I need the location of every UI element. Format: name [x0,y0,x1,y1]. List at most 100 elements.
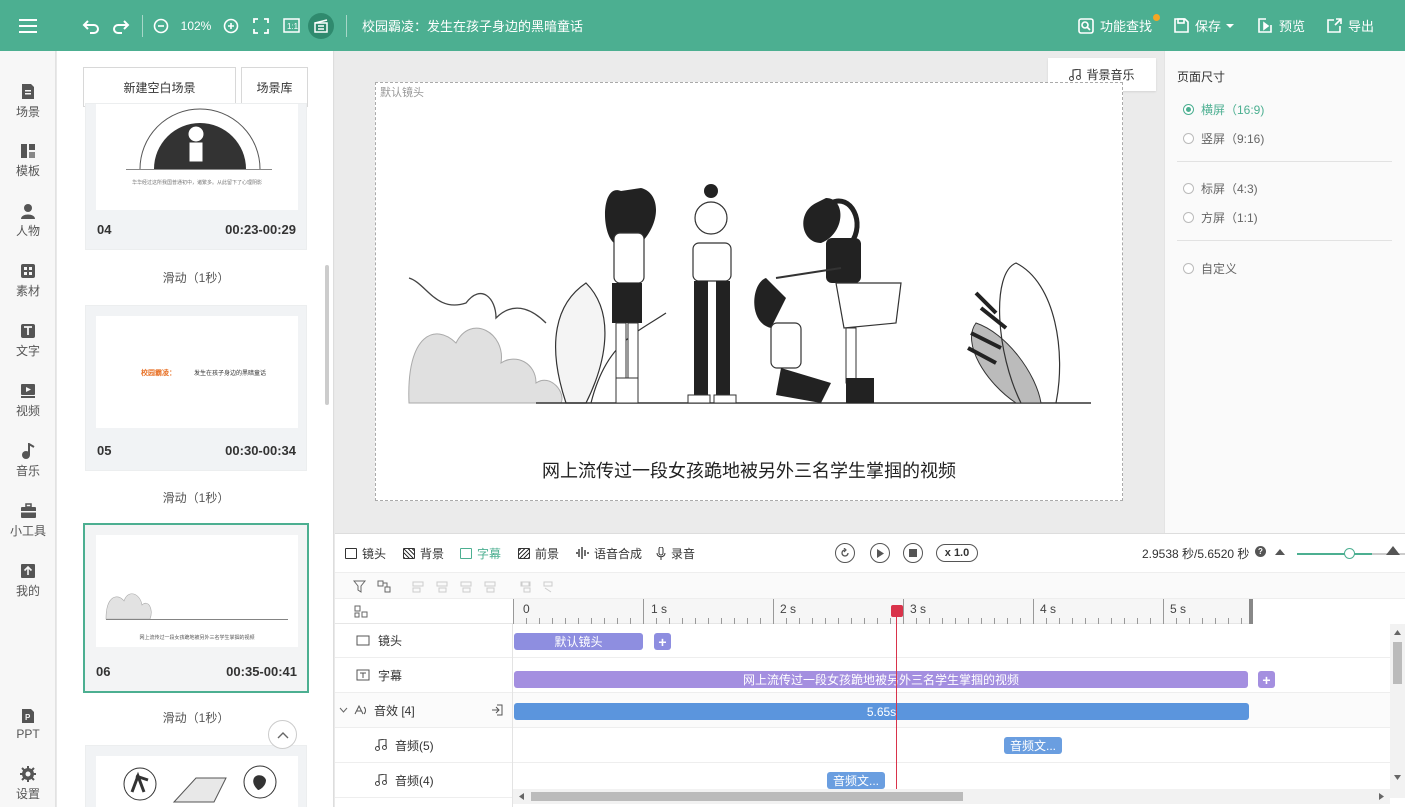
save-button[interactable]: 保存 [1174,0,1238,51]
row-camera[interactable]: 镜头 [335,624,513,658]
zoom-out-icon[interactable] [151,0,171,51]
zoom-slider-track[interactable] [1297,553,1372,555]
row-label: 音频(4) [395,773,434,788]
scroll-up-icon[interactable] [1394,630,1401,635]
scene-panel-scrollbar[interactable] [325,265,329,405]
zoom-in-icon[interactable] [221,0,241,51]
scene-time: 00:23-00:29 [225,222,296,237]
nav-toolbox[interactable]: 小工具 [0,496,56,546]
project-title[interactable]: 校园霸凌：发生在孩子身边的黑暗童话 [362,0,622,51]
redo-icon[interactable] [110,0,132,51]
vertical-scrollbar[interactable] [1390,624,1405,798]
play-button[interactable] [870,543,890,563]
stage-canvas[interactable]: 默认镜头 网上流传过一段女孩跪地被另外三名学生掌掴的视频 [375,82,1123,501]
subtitle-clip[interactable]: 网上流传过一段女孩跪地被另外三名学生掌掴的视频 [514,671,1248,688]
radio-standard[interactable]: 标屏（4:3) [1183,180,1258,197]
scene-transition[interactable]: 滑动（1秒） [85,489,307,506]
playhead[interactable] [890,605,903,795]
scroll-down-icon[interactable] [1394,775,1401,780]
align-tools-icon [412,581,530,593]
nav-ppt-label: PPT [16,726,40,741]
time-ruler[interactable]: 0 1 s 2 s 3 s 4 s 5 s [513,599,1405,624]
nav-person[interactable]: 人物 [0,196,56,246]
feature-search-button[interactable]: 功能查找 [1078,0,1158,51]
layout-icon[interactable] [354,605,368,618]
horizontal-scrollbar[interactable] [513,789,1390,804]
tab-foreground[interactable]: 前景 [518,534,559,572]
menu-icon[interactable] [0,0,56,51]
add-camera-button[interactable]: + [654,633,671,650]
camera-clip[interactable]: 默认镜头 [514,633,643,650]
scene-card-05[interactable]: 校园霸凌： 发生在孩子身边的黑暗童话 05 00:30-00:34 [85,305,307,471]
scene-library-button[interactable]: 场景库 [241,67,308,107]
nav-music[interactable]: 音乐 [0,436,56,486]
audio-clip[interactable]: 音频文... [827,772,885,789]
nav-settings[interactable]: 设置 [0,759,56,807]
tab-label: 镜头 [362,546,387,561]
actual-size-icon[interactable]: 1:1 [281,0,301,51]
export-icon [1327,18,1342,33]
scroll-right-icon[interactable] [1379,793,1384,800]
fullscreen-icon[interactable] [251,0,271,51]
preview-button[interactable]: 预览 [1258,0,1308,51]
nav-ppt[interactable]: P PPT [0,699,56,749]
radio-custom[interactable]: 自定义 [1183,260,1237,277]
export-button[interactable]: 导出 [1327,0,1377,51]
row-audio-5[interactable]: 音频(5) [335,728,513,763]
sound-effect-clip[interactable]: 5.65s [514,703,1249,720]
nav-scene[interactable]: 场景 [0,76,56,126]
help-icon[interactable]: ? [1255,546,1266,557]
chevron-down-icon[interactable] [339,707,348,713]
import-icon[interactable] [491,704,503,716]
row-audio-4[interactable]: 音频(4) [335,763,513,798]
stage-subtitle[interactable]: 网上流传过一段女孩跪地被另外三名学生掌掴的视频 [376,457,1122,483]
save-label: 保存 [1195,19,1222,34]
subtitle-icon [356,669,370,681]
scene-card-06[interactable]: 网上流传过一段女孩跪地被另外三名学生掌掴的视频 06 00:35-00:41 [83,523,309,693]
tab-record[interactable]: 录音 [656,534,695,572]
zoom-level: 102% [180,18,212,33]
row-sound-effect[interactable]: 音效 [4] [335,693,513,728]
speed-button[interactable]: x 1.0 [936,544,978,562]
radio-label: 自定义 [1201,262,1238,276]
nav-text[interactable]: 文字 [0,316,56,366]
radio-landscape[interactable]: 横屏（16:9) [1183,101,1264,118]
filter-icon[interactable] [353,580,367,593]
gear-icon [20,766,36,782]
nav-material[interactable]: 素材 [0,256,56,306]
tab-tts[interactable]: 语音合成 [575,534,642,572]
page-size-panel: 页面尺寸 横屏（16:9) 竖屏（9:16) 标屏（4:3) 方屏（1:1) 自… [1164,51,1405,533]
arrange-icon[interactable] [377,580,391,593]
zoom-small-mountain-icon[interactable] [1275,547,1285,555]
scene-card-04[interactable]: 华华经过这所我国普通初中，诸繁多。从此留下了心理阴影 04 00:23-00:2… [85,103,307,250]
zoom-slider-handle[interactable] [1344,548,1355,559]
nav-mine[interactable]: 我的 [0,556,56,606]
vertical-scroll-thumb[interactable] [1393,642,1402,684]
scroll-left-icon[interactable] [519,793,524,800]
nav-video[interactable]: 视频 [0,376,56,426]
horizontal-scroll-thumb[interactable] [531,792,963,801]
add-subtitle-button[interactable]: + [1258,671,1275,688]
tab-camera[interactable]: 镜头 [345,534,386,572]
scroll-top-button[interactable] [268,720,297,749]
radio-portrait[interactable]: 竖屏（9:16) [1183,130,1264,147]
clapper-icon[interactable] [308,13,334,39]
stop-button[interactable] [903,543,923,563]
replay-button[interactable] [835,543,855,563]
tab-background[interactable]: 背景 [403,534,444,572]
zoom-large-mountain-icon[interactable] [1386,545,1400,555]
thumb-caption: 华华经过这所我国普通初中，诸繁多。从此留下了心理阴影 [132,179,262,186]
nav-template[interactable]: 模板 [0,136,56,186]
undo-icon[interactable] [80,0,102,51]
scene-transition[interactable]: 滑动（1秒） [85,269,307,286]
camera-icon [356,635,370,646]
tab-subtitle[interactable]: 字幕 [460,534,501,572]
new-blank-scene-button[interactable]: 新建空白场景 [83,67,236,107]
row-subtitle[interactable]: 字幕 [335,658,513,693]
thumb-caption: 网上流传过一段女孩跪地被另外三名学生掌掴的视频 [139,634,254,641]
audio-clip[interactable]: 音频文... [1004,737,1062,754]
scene-card-07[interactable] [85,745,307,807]
radio-square[interactable]: 方屏（1:1) [1183,209,1258,226]
radio-label: 横屏（16:9) [1201,103,1265,117]
playhead-handle[interactable] [890,605,903,617]
